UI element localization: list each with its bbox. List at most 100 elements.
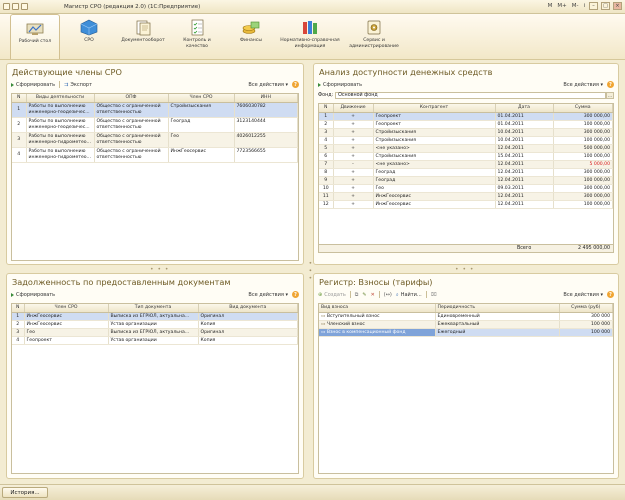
cell: ИнжГеосервис [373,200,496,209]
delete-icon[interactable]: ✕ [371,292,375,298]
table-row[interactable]: 11 + ИнжГеосервис 12.04.2011 300 000,00 [319,192,613,201]
all-actions-menu[interactable]: Все действия ▾ [248,82,288,88]
memory-plus-button[interactable]: M+ [556,3,567,9]
help-icon[interactable]: ? [292,291,299,298]
maximize-button[interactable]: □ [601,2,610,10]
section-documents[interactable]: Документооборот [118,14,168,59]
cell: + [333,136,374,145]
play-icon [11,292,14,297]
cancel-search-icon[interactable]: ⌧ [431,292,437,298]
table-row[interactable]: 1 ИнжГеосервис Выписка из ЕГРЮЛ, актуальна… [12,312,298,321]
column-header[interactable]: Тип документа [108,304,199,313]
table-row[interactable]: 8 + Геоград 12.04.2011 300 000,00 [319,168,613,177]
column-header[interactable]: Контрагент [373,104,496,113]
info-button[interactable]: i [582,3,586,9]
table-row[interactable]: 7- <не указано> 12.04.2011 5 000,00 [319,160,613,169]
funds-table[interactable]: N Движение Контрагент Дата Сумма 1 + Геопр… [318,103,614,245]
table-row[interactable]: 2 + Геопроект 01.04.2011 100 000,00 [319,120,613,129]
all-actions-menu[interactable]: Все действия ▾ [248,292,288,298]
table-row[interactable]: 3 Работы по выполнению инженерно-гидроме… [12,132,298,148]
edit-icon[interactable]: ✎ [362,292,366,298]
minimize-button[interactable]: – [589,2,598,10]
column-header[interactable]: Член СРО [24,304,109,313]
column-header[interactable]: N [12,94,27,103]
memory-m-button[interactable]: M [547,3,554,9]
sections-bar: Рабочий стол СРО Документооборот Контрол… [0,14,625,60]
copy-icon[interactable]: ⧉ [355,292,359,298]
column-header[interactable]: Дата [495,104,554,113]
table-row[interactable]: 3 Гео Выписка из ЕГРЮЛ, актуальна... Оригин… [12,328,298,337]
fund-filter-input[interactable]: Основной фонд [335,91,606,99]
splitter-handle[interactable]: • • • [150,266,169,273]
back-icon[interactable] [12,3,19,10]
column-header[interactable]: Периодичность [435,304,560,313]
column-header[interactable]: Сумма [553,104,613,113]
cell: 4 [12,147,27,163]
cube-icon [80,19,98,36]
section-service[interactable]: Сервис и администрирование [344,14,404,59]
forward-icon[interactable] [21,3,28,10]
total-value: 2 495 000,00 [577,246,610,251]
cell: 12.04.2011 [495,160,554,169]
cell: 3123140444 [234,117,298,133]
fees-table[interactable]: Вид взноса Периодичность Сумма (руб) ▭ В… [318,303,614,474]
column-header[interactable]: Сумма (руб) [559,304,613,313]
generate-button[interactable]: Сформировать [11,292,55,298]
table-row[interactable]: ▭ Членский взнос Ежеквартальный 100 000 [319,320,613,329]
create-button[interactable]: ⊕ Создать [318,292,346,298]
export-button[interactable]: ⇉ Экспорт [64,82,92,88]
toolbar-separator [349,291,351,298]
table-row[interactable]: 3 + Стройизыскания 10.04.2011 300 000,00 [319,128,613,137]
table-row[interactable]: 9 + Геоград 12.04.2011 100 000,00 [319,176,613,185]
table-row[interactable]: 2 Работы по выполнению инженерно-геодези… [12,117,298,133]
table-row[interactable]: 1 + Геопроект 01.04.2011 300 000,00 [319,112,613,121]
close-button[interactable]: × [613,2,622,10]
table-row[interactable]: 6 + Стройизыскания 15.04.2011 100 000,00 [319,152,613,161]
table-row[interactable]: 5 + <не указано> 12.04.2011 500 000,00 [319,144,613,153]
cell: 10.04.2011 [495,136,554,145]
help-icon[interactable]: ? [607,291,614,298]
section-reference[interactable]: Нормативно-справочная информация [280,14,340,59]
section-sro[interactable]: СРО [64,14,114,59]
column-header[interactable]: N [319,104,334,113]
help-icon[interactable]: ? [292,81,299,88]
generate-button[interactable]: Сформировать [11,82,55,88]
find-button[interactable]: ⌕ Найти... [396,292,422,298]
table-row[interactable]: 12 + ИнжГеосервис 12.04.2011 100 000,00 [319,200,613,209]
column-header[interactable]: ОПФ [94,94,169,103]
members-table[interactable]: N Виды деятельности ОПФ Член СРО ИНН 1 Р… [11,93,299,261]
section-finance[interactable]: Финансы [226,14,276,59]
section-desktop[interactable]: Рабочий стол [10,14,60,59]
history-button[interactable]: История... [2,487,48,498]
debt-table[interactable]: N Член СРО Тип документа Вид документа 1… [11,303,299,474]
generate-button[interactable]: Сформировать [318,82,362,88]
table-row[interactable]: 10 + Гео 09.03.2011 300 000,00 [319,184,613,193]
all-actions-menu[interactable]: Все действия ▾ [563,292,603,298]
splitter-handle[interactable]: • • • [455,266,474,273]
table-row[interactable]: 4 + Стройизыскания 10.04.2011 100 000,00 [319,136,613,145]
splitter-handle[interactable]: • • • [306,261,313,280]
column-header[interactable]: Вид документа [198,304,298,313]
button-label: Сформировать [16,81,56,88]
section-control[interactable]: Контроль и качество [172,14,222,59]
column-header[interactable]: ИНН [234,94,298,103]
table-row[interactable]: ▭ Взнос в компенсационный фонд Ежегодный 1… [319,328,613,337]
memory-minus-button[interactable]: M- [571,3,580,9]
column-header[interactable]: Движение [333,104,374,113]
table-row[interactable]: 4 Геопроект Устав организации Копия [12,336,298,345]
column-header[interactable]: Вид взноса [319,304,436,313]
period-icon[interactable]: (↔) [384,292,392,298]
table-row[interactable]: 1 Работы по выполнению инженерно-геодези… [12,102,298,118]
select-button[interactable]: ... [606,91,614,99]
table-row[interactable]: 4 Работы по выполнению инженерно-гидроме… [12,147,298,163]
help-icon[interactable]: ? [607,81,614,88]
title-bar: Магистр СРО (редакция 2.0) (1С:Предприят… [0,0,625,14]
all-actions-menu[interactable]: Все действия ▾ [563,82,603,88]
cell: <не указано> [373,144,496,153]
column-header[interactable]: N [12,304,25,313]
column-header[interactable]: Член СРО [168,94,235,103]
table-row[interactable]: ▭ Вступительный взнос Единовременный 300 0… [319,312,613,321]
table-row[interactable]: 2 ИнжГеосервис Устав организации Копия [12,320,298,329]
cell: 12.04.2011 [495,200,554,209]
column-header[interactable]: Виды деятельности [26,94,95,103]
